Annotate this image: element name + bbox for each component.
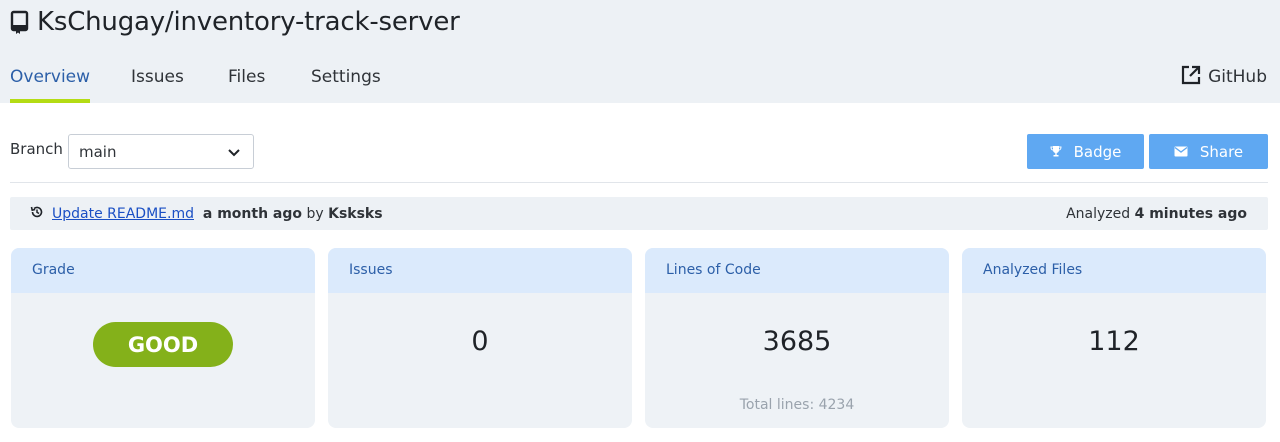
history-icon (30, 205, 44, 223)
files-card-title: Analyzed Files (962, 248, 1266, 293)
tab-overview[interactable]: Overview (10, 56, 91, 103)
repo-name[interactable]: KsChugay/inventory-track-server (37, 7, 460, 37)
external-link-icon (1180, 64, 1208, 91)
commit-time: a month ago (202, 205, 303, 222)
tab-files[interactable]: Files (228, 56, 265, 103)
issues-card: Issues 0 (328, 248, 632, 428)
github-label: GitHub (1208, 67, 1267, 87)
grade-badge: GOOD (93, 322, 233, 367)
grade-card-title: Grade (11, 248, 315, 293)
repo-title: KsChugay/inventory-track-server (9, 4, 460, 40)
badge-button[interactable]: Badge (1027, 134, 1144, 169)
branch-value: main (79, 142, 117, 161)
commit-bar: Update README.md a month ago by Ksksks A… (10, 197, 1268, 230)
repo-header: KsChugay/inventory-track-server Overview… (0, 0, 1280, 103)
divider (10, 182, 1268, 183)
trophy-icon (1050, 143, 1074, 161)
files-card: Analyzed Files 112 (962, 248, 1266, 428)
tab-settings[interactable]: Settings (311, 56, 381, 103)
analyzed-status: Analyzed 4 minutes ago (1066, 197, 1247, 230)
commit-message-link[interactable]: Update README.md (52, 206, 194, 222)
commit-by: by (306, 205, 324, 222)
book-icon (9, 10, 31, 34)
loc-card: Lines of Code 3685 Total lines: 4234 (645, 248, 949, 428)
share-button[interactable]: Share (1149, 134, 1268, 169)
loc-card-title: Lines of Code (645, 248, 949, 293)
grade-card: Grade GOOD (11, 248, 315, 428)
last-commit: Update README.md a month ago by Ksksks (30, 197, 383, 230)
chevron-down-icon (227, 145, 241, 163)
analyzed-label: Analyzed (1066, 205, 1131, 222)
badge-label: Badge (1073, 142, 1122, 161)
envelope-icon (1174, 143, 1200, 161)
share-label: Share (1199, 142, 1244, 161)
branch-label: Branch (10, 140, 63, 158)
branch-select[interactable]: main (68, 134, 254, 169)
issues-card-title: Issues (328, 248, 632, 293)
files-count: 112 (1088, 326, 1140, 357)
tab-issues[interactable]: Issues (131, 56, 184, 103)
issues-count: 0 (471, 326, 489, 357)
commit-author: Ksksks (328, 205, 383, 222)
github-link[interactable]: GitHub (1180, 64, 1267, 90)
analyzed-time: 4 minutes ago (1134, 205, 1247, 222)
total-lines: Total lines: 4234 (739, 397, 855, 413)
loc-count: 3685 (762, 326, 832, 357)
